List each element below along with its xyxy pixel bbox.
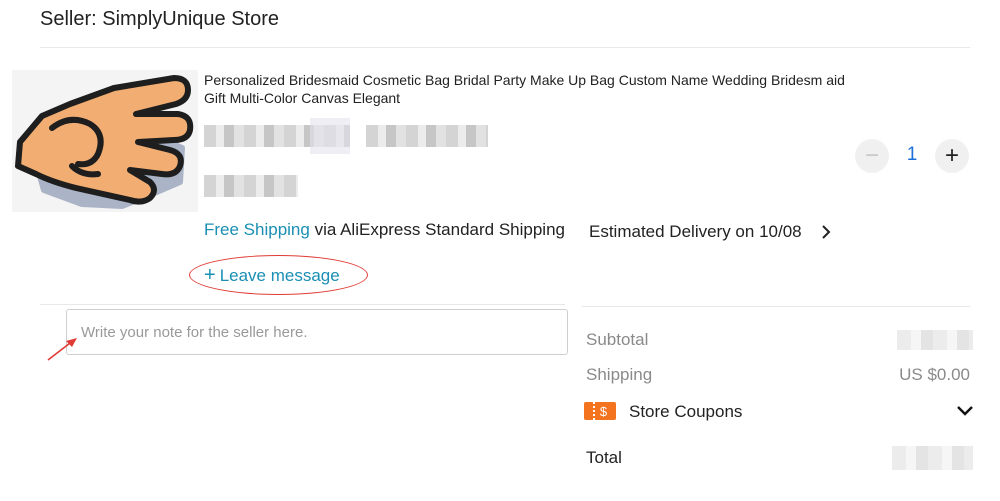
chevron-down-icon[interactable] (956, 404, 974, 418)
store-coupons-toggle[interactable]: Store Coupons (629, 402, 742, 422)
summary-divider-right (582, 306, 970, 307)
product-thumbnail[interactable] (12, 70, 198, 212)
leave-message-label: Leave message (219, 266, 340, 285)
subtotal-value-blurred (897, 330, 973, 350)
chevron-right-icon[interactable] (819, 224, 833, 240)
leave-message-link[interactable]: + Leave message (204, 264, 340, 287)
quantity-increase-button[interactable]: + (935, 139, 969, 173)
coupon-symbol: $ (599, 403, 608, 419)
quantity-value[interactable]: 1 (897, 144, 927, 166)
total-label: Total (586, 448, 622, 467)
seller-divider (40, 47, 970, 48)
annotation-arrow-icon (47, 338, 77, 361)
product-title[interactable]: Personalized Bridesmaid Cosmetic Bag Bri… (204, 71, 864, 107)
subtotal-label: Subtotal (586, 330, 649, 349)
total-value-blurred (892, 446, 973, 470)
shipping-cost-label: Shipping (586, 365, 653, 384)
seller-note-input[interactable] (66, 309, 568, 355)
plus-icon: + (204, 264, 216, 286)
pointing-hand-icon (15, 75, 194, 209)
coupon-icon: $ (584, 402, 616, 420)
quantity-decrease-button[interactable]: − (855, 139, 889, 173)
shipping-cost-value: US $0.00 (899, 365, 970, 384)
shipping-method: via AliExpress Standard Shipping (309, 220, 565, 239)
shipping-info: Free Shipping via AliExpress Standard Sh… (204, 220, 565, 240)
delivery-estimate[interactable]: Estimated Delivery on 10/08 (589, 222, 802, 242)
summary-divider (40, 304, 565, 305)
free-shipping-label: Free Shipping (204, 220, 310, 239)
seller-title: Seller: SimplyUnique Store (40, 8, 279, 30)
